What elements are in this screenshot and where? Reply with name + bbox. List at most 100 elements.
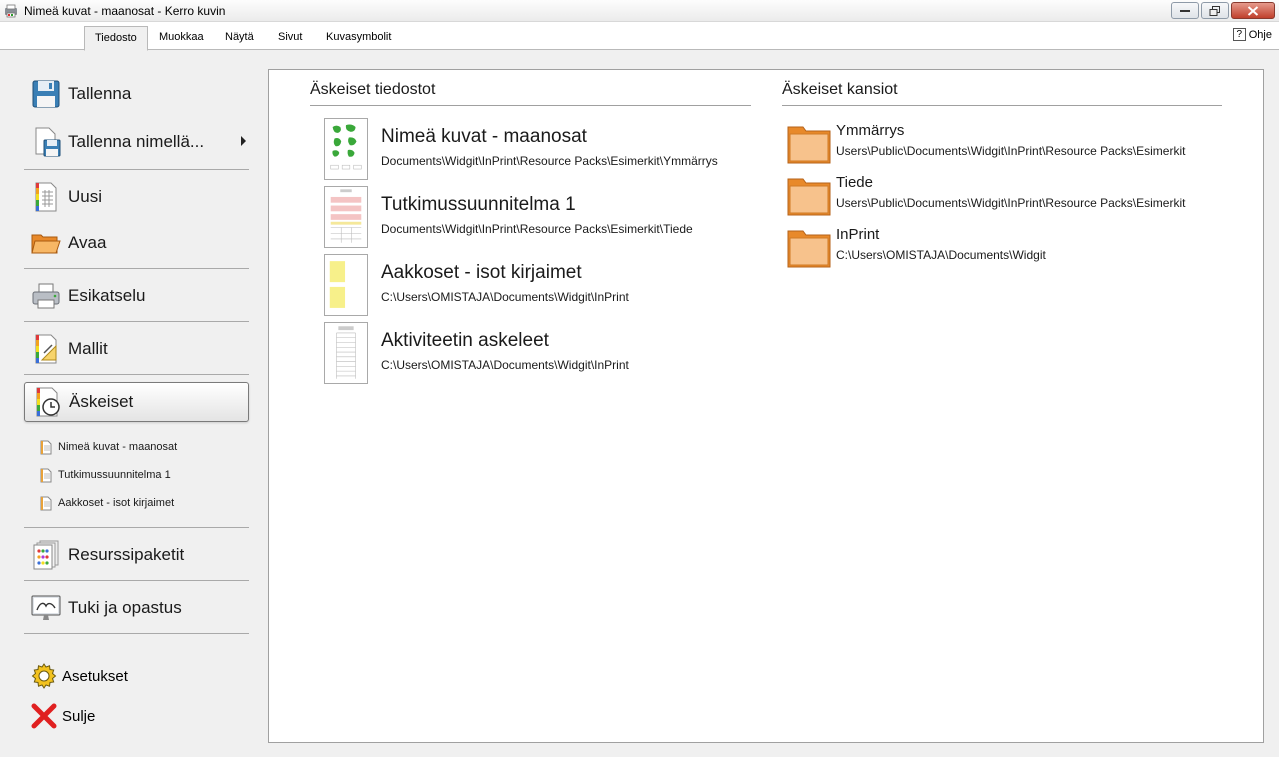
nav-open[interactable]: Avaa [24, 223, 249, 263]
nav-separator [24, 374, 249, 375]
recent-file-item[interactable]: Nimeä kuvat - maanosat Documents\Widgit\… [324, 118, 754, 182]
recent-folders-divider [782, 105, 1222, 106]
resource-packs-icon [33, 540, 59, 570]
recent-files-heading: Äskeiset tiedostot [310, 81, 436, 98]
recent-folder-item[interactable]: Tiede Users\Public\Documents\Widgit\InPr… [787, 174, 1257, 222]
folder-icon [787, 126, 831, 164]
nav-support-label: Tuki ja opastus [68, 598, 182, 617]
recent-file-path: C:\Users\OMISTAJA\Documents\Widgit\InPri… [381, 290, 629, 304]
recent-files-divider [310, 105, 751, 106]
close-window-button[interactable] [1231, 2, 1275, 19]
recent-file-path: Documents\Widgit\InPrint\Resource Packs\… [381, 154, 718, 168]
tab-kuvasymbolit[interactable]: Kuvasymbolit [316, 26, 401, 50]
nav-separator [24, 633, 249, 634]
nav-support[interactable]: Tuki ja opastus [24, 588, 249, 628]
help-label: Ohje [1248, 28, 1272, 41]
recent-folder-name: Tiede [836, 174, 873, 191]
file-thumbnail [324, 322, 368, 384]
recent-folder-path: Users\Public\Documents\Widgit\InPrint\Re… [836, 196, 1186, 210]
nav-separator [24, 527, 249, 528]
nav-save[interactable]: Tallenna [24, 74, 249, 114]
minimize-button[interactable] [1171, 2, 1199, 19]
recent-nav-item-label: Tutkimussuunnitelma 1 [58, 469, 171, 481]
window-title: Nimeä kuvat - maanosat - Kerro kuvin [24, 4, 226, 18]
nav-open-label: Avaa [68, 233, 107, 252]
recent-nav-item[interactable]: Nimeä kuvat - maanosat [40, 438, 177, 456]
file-thumbnail [324, 254, 368, 316]
nav-templates[interactable]: Mallit [24, 329, 249, 369]
recent-file-name: Nimeä kuvat - maanosat [381, 126, 587, 147]
recent-folder-path: Users\Public\Documents\Widgit\InPrint\Re… [836, 144, 1186, 158]
recent-folder-item[interactable]: InPrint C:\Users\OMISTAJA\Documents\Widg… [787, 226, 1257, 274]
recent-file-item[interactable]: Aakkoset - isot kirjaimet C:\Users\OMIST… [324, 254, 754, 318]
recent-file-item[interactable]: Tutkimussuunnitelma 1 Documents\Widgit\I… [324, 186, 754, 250]
nav-settings[interactable]: Asetukset [30, 662, 128, 690]
file-menu-nav: Tallenna Tallenna nimellä... Uusi Avaa E… [0, 50, 268, 757]
tab-sivut[interactable]: Sivut [268, 26, 312, 50]
recent-file-item[interactable]: Aktiviteetin askeleet C:\Users\OMISTAJA\… [324, 322, 754, 386]
nav-resource-packs[interactable]: Resurssipaketit [24, 535, 249, 575]
recent-file-name: Aakkoset - isot kirjaimet [381, 262, 582, 283]
restore-button[interactable] [1201, 2, 1229, 19]
support-monitor-icon [31, 595, 61, 620]
recent-folder-item[interactable]: Ymmärrys Users\Public\Documents\Widgit\I… [787, 122, 1257, 170]
recent-file-name: Tutkimussuunnitelma 1 [381, 194, 576, 215]
recent-folder-name: InPrint [836, 226, 880, 243]
nav-separator [24, 169, 249, 170]
help-button[interactable]: ? Ohje [1232, 28, 1272, 41]
nav-new[interactable]: Uusi [24, 177, 249, 217]
nav-save-label: Tallenna [68, 84, 132, 103]
nav-separator [24, 321, 249, 322]
nav-close-label: Sulje [62, 707, 96, 725]
open-folder-icon [31, 234, 61, 254]
document-icon [40, 496, 52, 510]
close-icon [1247, 5, 1259, 16]
recent-file-name: Aktiviteetin askeleet [381, 330, 549, 351]
recent-file-path: Documents\Widgit\InPrint\Resource Packs\… [381, 222, 693, 236]
folder-icon [787, 230, 831, 268]
document-icon [40, 440, 52, 454]
nav-preview-label: Esikatselu [68, 286, 146, 305]
nav-settings-label: Asetukset [62, 667, 128, 685]
file-thumbnail [324, 186, 368, 248]
tab-nayta[interactable]: Näytä [215, 26, 264, 50]
recent-file-path: C:\Users\OMISTAJA\Documents\Widgit\InPri… [381, 358, 629, 372]
printer-icon [32, 283, 60, 309]
folder-icon [787, 178, 831, 216]
nav-templates-label: Mallit [68, 339, 108, 358]
nav-new-label: Uusi [68, 187, 103, 206]
recent-nav-item-label: Nimeä kuvat - maanosat [58, 441, 178, 453]
recent-nav-item[interactable]: Aakkoset - isot kirjaimet [40, 494, 174, 512]
close-x-icon [31, 703, 57, 729]
title-bar: Nimeä kuvat - maanosat - Kerro kuvin [0, 0, 1279, 22]
gear-icon [31, 663, 57, 689]
recent-content-panel: Äskeiset tiedostot Äskeiset kansiot Nime… [268, 69, 1264, 743]
recent-clock-icon [36, 387, 60, 417]
nav-preview[interactable]: Esikatselu [24, 276, 249, 316]
help-icon: ? [1232, 28, 1246, 41]
nav-separator [24, 268, 249, 269]
recent-nav-item-label: Aakkoset - isot kirjaimet [58, 497, 175, 509]
nav-separator [24, 580, 249, 581]
submenu-arrow-icon [241, 136, 246, 146]
recent-folder-path: C:\Users\OMISTAJA\Documents\Widgit [836, 248, 1046, 262]
nav-save-as[interactable]: Tallenna nimellä... [24, 122, 249, 162]
nav-save-as-label: Tallenna nimellä... [68, 132, 205, 151]
window-controls [1171, 2, 1275, 19]
nav-resource-packs-label: Resurssipaketit [68, 545, 185, 564]
app-icon [5, 4, 17, 18]
save-as-icon [35, 127, 61, 157]
recent-folders-heading: Äskeiset kansiot [782, 81, 898, 98]
tab-muokkaa[interactable]: Muokkaa [149, 26, 214, 50]
floppy-disk-icon [32, 80, 60, 108]
recent-folder-name: Ymmärrys [836, 122, 905, 139]
tab-tiedosto[interactable]: Tiedosto [84, 26, 148, 51]
nav-recent[interactable]: Äskeiset [24, 382, 249, 422]
restore-icon [1209, 5, 1220, 16]
nav-close[interactable]: Sulje [30, 702, 95, 730]
templates-icon [35, 334, 57, 364]
document-icon [40, 468, 52, 482]
recent-nav-item[interactable]: Tutkimussuunnitelma 1 [40, 466, 171, 484]
file-thumbnail [324, 118, 368, 180]
menu-strip: Tiedosto Muokkaa Näytä Sivut Kuvasymboli… [0, 22, 1279, 51]
